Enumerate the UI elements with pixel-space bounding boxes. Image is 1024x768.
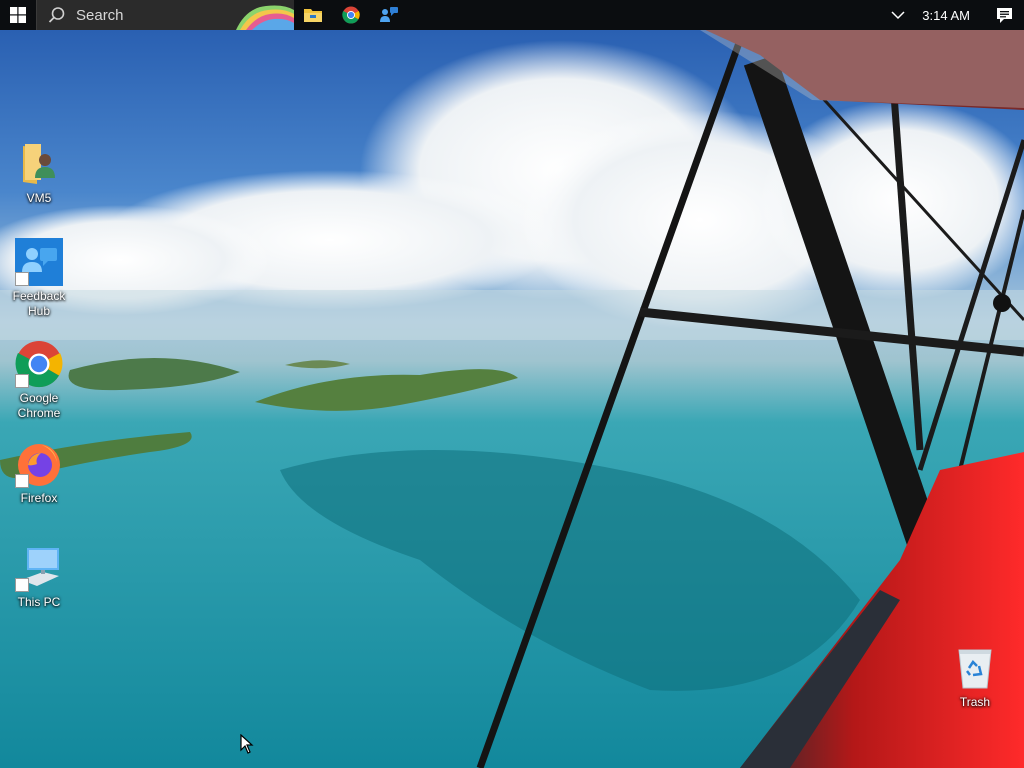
recycle-bin-icon bbox=[958, 649, 992, 689]
desktop-icon-label: This PC bbox=[17, 595, 61, 609]
search-placeholder: Search bbox=[76, 6, 124, 24]
start-button[interactable] bbox=[0, 0, 36, 30]
file-explorer-icon bbox=[304, 9, 322, 22]
shortcut-arrow-icon bbox=[15, 474, 29, 488]
search-box[interactable]: Search bbox=[36, 0, 294, 30]
desktop-icon-google-chrome[interactable]: Google Chrome bbox=[2, 340, 76, 421]
desktop-icon-firefox[interactable]: Firefox bbox=[2, 440, 76, 506]
search-highlight-image bbox=[236, 5, 294, 30]
taskbar-chrome[interactable] bbox=[332, 0, 370, 30]
user-folder-icon bbox=[23, 144, 55, 184]
action-center-icon bbox=[996, 7, 1012, 23]
desktop-icon-vm5[interactable]: VM5 bbox=[2, 140, 76, 206]
desktop[interactable]: Search 3:14 AM VM5 Feedback Hub Google C… bbox=[0, 0, 1024, 768]
shortcut-arrow-icon bbox=[15, 272, 29, 286]
desktop-icon-label: Google Chrome bbox=[17, 391, 61, 420]
taskbar-clock[interactable]: 3:14 AM bbox=[910, 8, 984, 23]
desktop-icon-label: Trash bbox=[959, 695, 991, 709]
wallpaper bbox=[0, 0, 1024, 768]
taskbar: Search 3:14 AM bbox=[0, 0, 1024, 30]
chevron-down-icon bbox=[891, 10, 905, 19]
show-hidden-icons-button[interactable] bbox=[886, 0, 910, 30]
windows-logo-icon bbox=[10, 7, 26, 23]
desktop-icon-label: Feedback Hub bbox=[12, 289, 66, 318]
desktop-icon-trash[interactable]: Trash bbox=[938, 644, 1012, 710]
taskbar-file-explorer[interactable] bbox=[294, 0, 332, 30]
quick-assist-icon bbox=[380, 7, 398, 22]
action-center-button[interactable] bbox=[984, 0, 1024, 30]
desktop-icon-this-pc[interactable]: This PC bbox=[2, 544, 76, 610]
desktop-icon-label: Firefox bbox=[20, 491, 58, 505]
shortcut-arrow-icon bbox=[15, 578, 29, 592]
desktop-icon-label: VM5 bbox=[26, 191, 52, 205]
taskbar-quick-assist[interactable] bbox=[370, 0, 408, 30]
desktop-icon-feedback-hub[interactable]: Feedback Hub bbox=[2, 238, 76, 319]
search-icon bbox=[48, 7, 65, 23]
mouse-cursor-icon bbox=[240, 734, 254, 754]
shortcut-arrow-icon bbox=[15, 374, 29, 388]
chrome-icon bbox=[342, 6, 360, 24]
system-tray: 3:14 AM bbox=[886, 0, 1024, 30]
